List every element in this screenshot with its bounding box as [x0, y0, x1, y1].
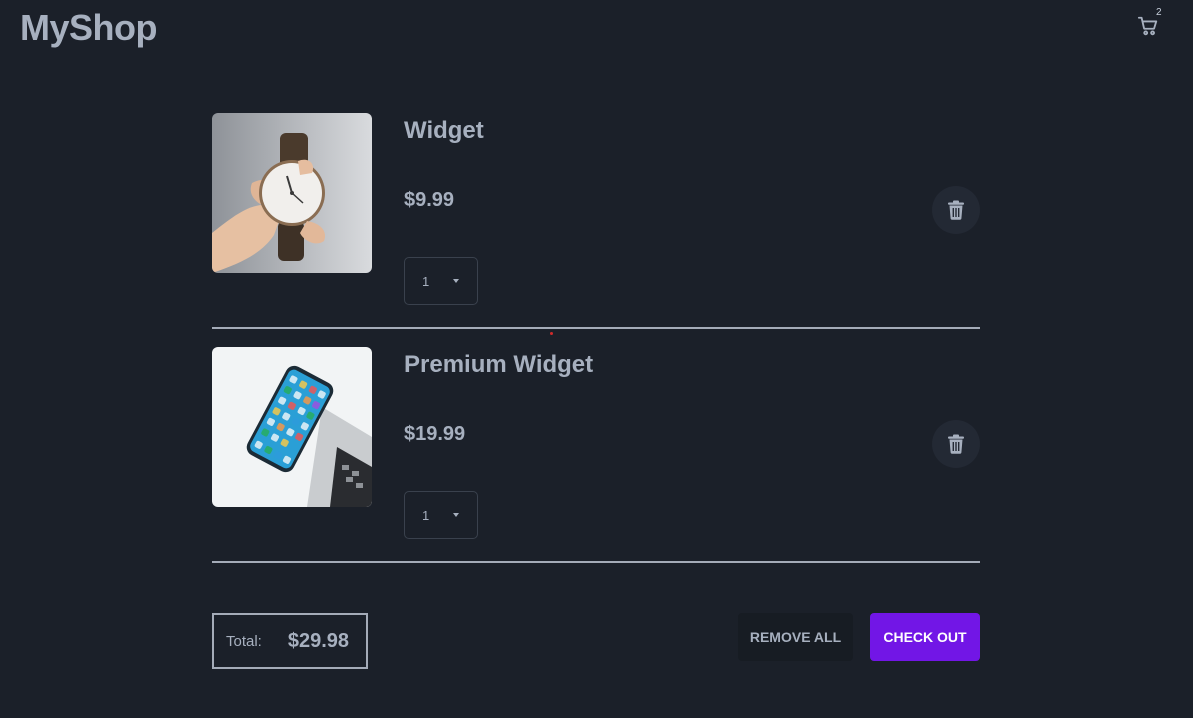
- quantity-value: 1: [422, 507, 430, 523]
- cart-item-list: Widget $9.99 1 Premium Widget $19.99 1: [212, 113, 980, 563]
- item-price: $19.99: [404, 423, 466, 445]
- item-name: Premium Widget: [404, 351, 594, 378]
- item-name: Widget: [404, 117, 484, 144]
- cart-total: Total: $29.98: [212, 613, 368, 669]
- total-label: Total:: [226, 632, 262, 650]
- smartphone-photo[interactable]: [212, 347, 372, 507]
- cart-count-badge: 2: [1156, 7, 1162, 18]
- cursor-dot: [550, 332, 553, 335]
- trash-icon: [948, 434, 964, 454]
- item-divider: [212, 327, 980, 329]
- cart-item: Premium Widget $19.99 1: [212, 347, 980, 563]
- item-price: $9.99: [404, 189, 455, 211]
- quantity-select[interactable]: 1: [404, 491, 478, 539]
- checkout-button[interactable]: CHECK OUT: [870, 613, 980, 661]
- wristwatch-photo[interactable]: [212, 113, 372, 273]
- delete-item-button[interactable]: [932, 420, 980, 468]
- trash-icon: [948, 200, 964, 220]
- item-divider: [212, 561, 980, 563]
- cart-item: Widget $9.99 1: [212, 113, 980, 329]
- caret-down-icon: [453, 513, 459, 517]
- remove-all-button[interactable]: REMOVE ALL: [738, 613, 853, 661]
- shop-cart-page: MyShop 2 Widget $9.99 1 Premium Widget $…: [0, 0, 1193, 718]
- brand-logo[interactable]: MyShop: [20, 6, 158, 50]
- quantity-select[interactable]: 1: [404, 257, 478, 305]
- total-value: $29.98: [287, 629, 350, 652]
- quantity-value: 1: [422, 273, 430, 289]
- delete-item-button[interactable]: [932, 186, 980, 234]
- caret-down-icon: [453, 279, 459, 283]
